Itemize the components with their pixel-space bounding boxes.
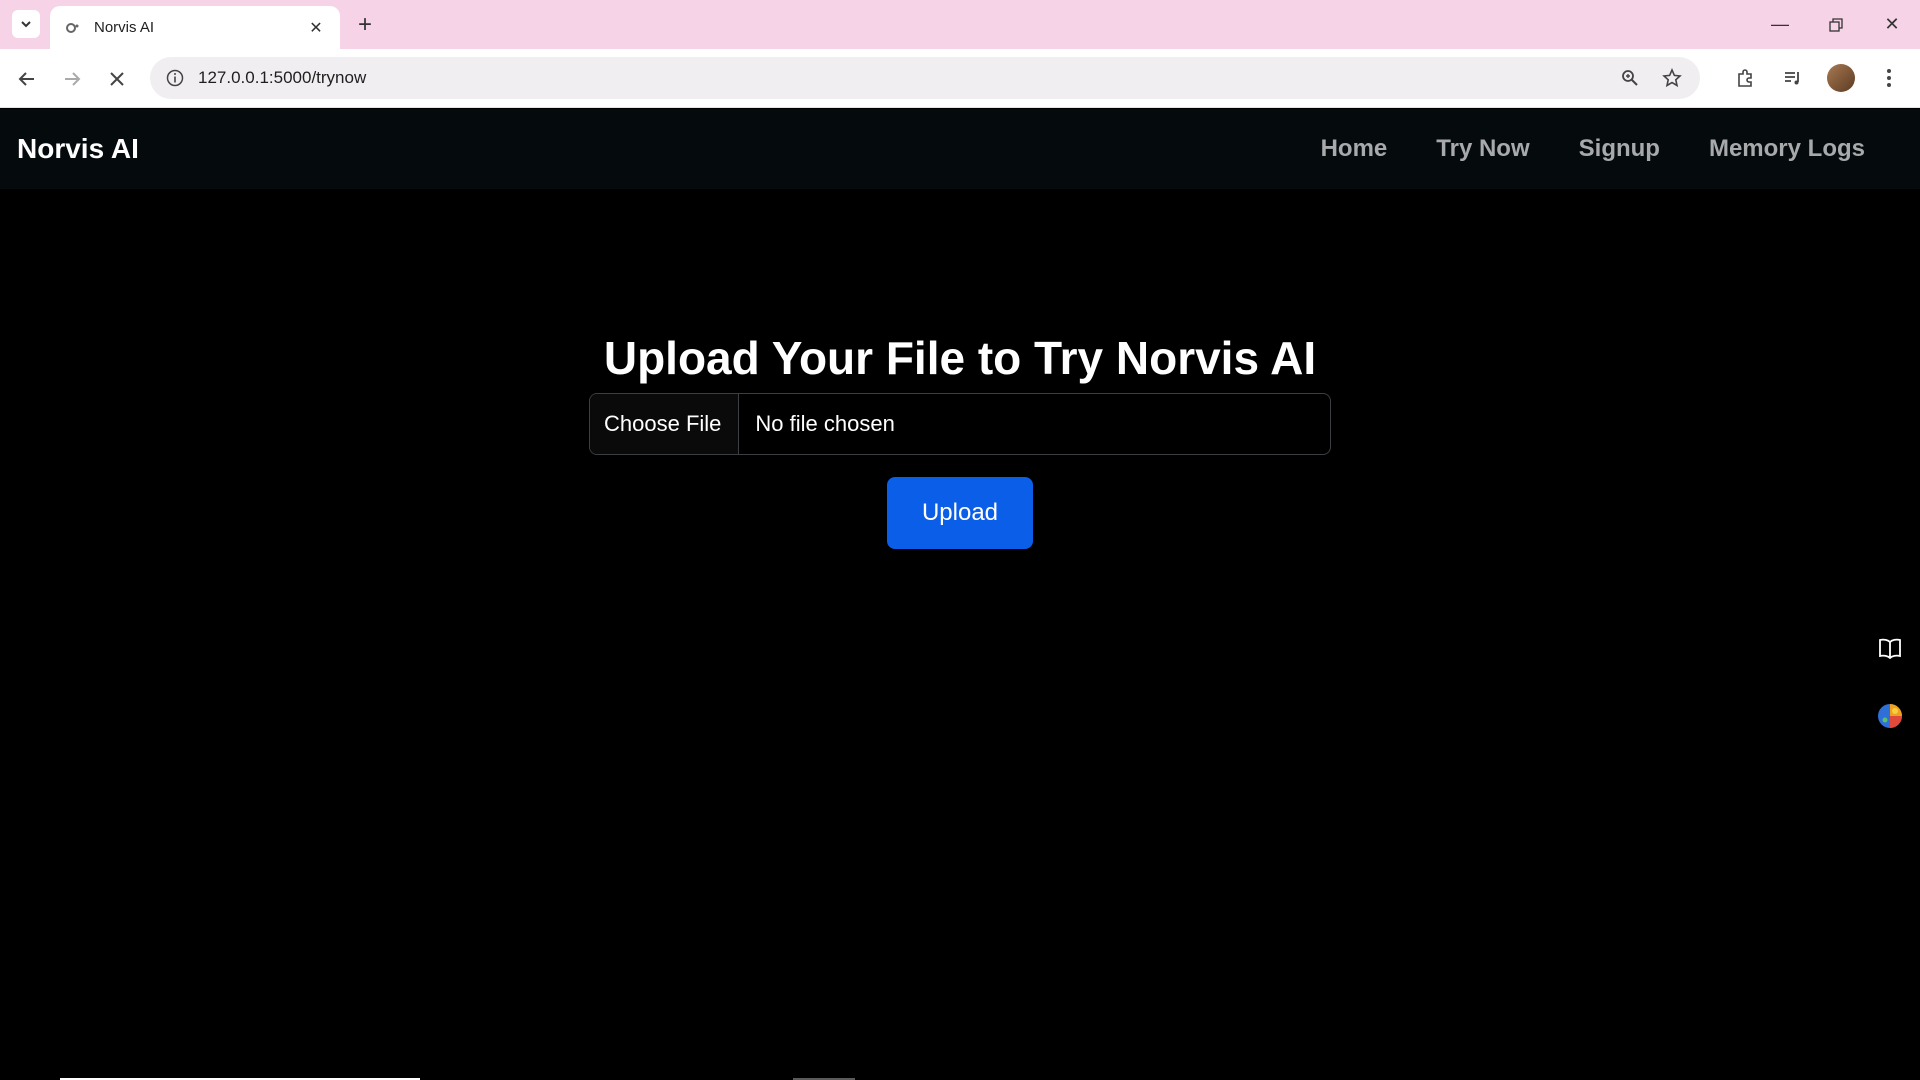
file-status-text: No file chosen — [755, 411, 895, 436]
browser-tab-bar: Norvis AI ✕ + — ✕ — [0, 0, 1920, 49]
choose-file-button[interactable]: Choose File — [590, 394, 740, 454]
favicon-icon — [64, 19, 82, 37]
media-control-icon[interactable] — [1776, 61, 1810, 95]
nav-link-home[interactable]: Home — [1321, 135, 1388, 163]
zoom-icon[interactable] — [1616, 64, 1644, 92]
nav-links: Home Try Now Signup Memory Logs — [1321, 109, 1865, 189]
file-input[interactable]: Choose File No file chosen — [589, 393, 1331, 455]
info-icon[interactable] — [164, 67, 186, 89]
nav-link-try-now[interactable]: Try Now — [1436, 135, 1529, 163]
tab-title: Norvis AI — [94, 19, 155, 36]
page-title: Upload Your File to Try Norvis AI — [603, 332, 1317, 384]
window-controls: — ✕ — [1752, 0, 1920, 49]
restore-icon[interactable] — [1808, 0, 1864, 49]
forward-icon[interactable] — [54, 61, 90, 97]
address-bar[interactable]: 127.0.0.1:5000/trynow — [150, 57, 1700, 99]
nav-link-signup[interactable]: Signup — [1579, 135, 1660, 163]
bookmark-star-icon[interactable] — [1658, 64, 1686, 92]
extensions-icon[interactable] — [1728, 61, 1762, 95]
new-tab-button[interactable]: + — [352, 11, 378, 38]
close-icon[interactable]: ✕ — [306, 18, 326, 38]
tab-search-icon[interactable] — [12, 10, 40, 38]
stop-loading-icon[interactable] — [99, 61, 135, 97]
back-icon[interactable] — [9, 61, 45, 97]
profile-avatar[interactable] — [1824, 61, 1858, 95]
browser-tab[interactable]: Norvis AI ✕ — [50, 6, 340, 49]
menu-kebab-icon[interactable] — [1872, 61, 1906, 95]
nav-link-memory-logs[interactable]: Memory Logs — [1709, 135, 1865, 163]
upload-button[interactable]: Upload — [887, 477, 1033, 549]
reading-mode-icon[interactable] — [1860, 618, 1920, 678]
site-navbar: Norvis AI Home Try Now Signup Memory Log… — [0, 109, 1920, 189]
browser-toolbar: 127.0.0.1:5000/trynow — [0, 49, 1920, 108]
minimize-icon[interactable]: — — [1752, 0, 1808, 49]
url-text[interactable]: 127.0.0.1:5000/trynow — [198, 68, 1616, 88]
color-globe-icon[interactable] — [1860, 686, 1920, 746]
page-content: Norvis AI Home Try Now Signup Memory Log… — [0, 109, 1920, 1080]
window-close-icon[interactable]: ✕ — [1864, 0, 1920, 49]
brand-logo[interactable]: Norvis AI — [17, 133, 139, 165]
